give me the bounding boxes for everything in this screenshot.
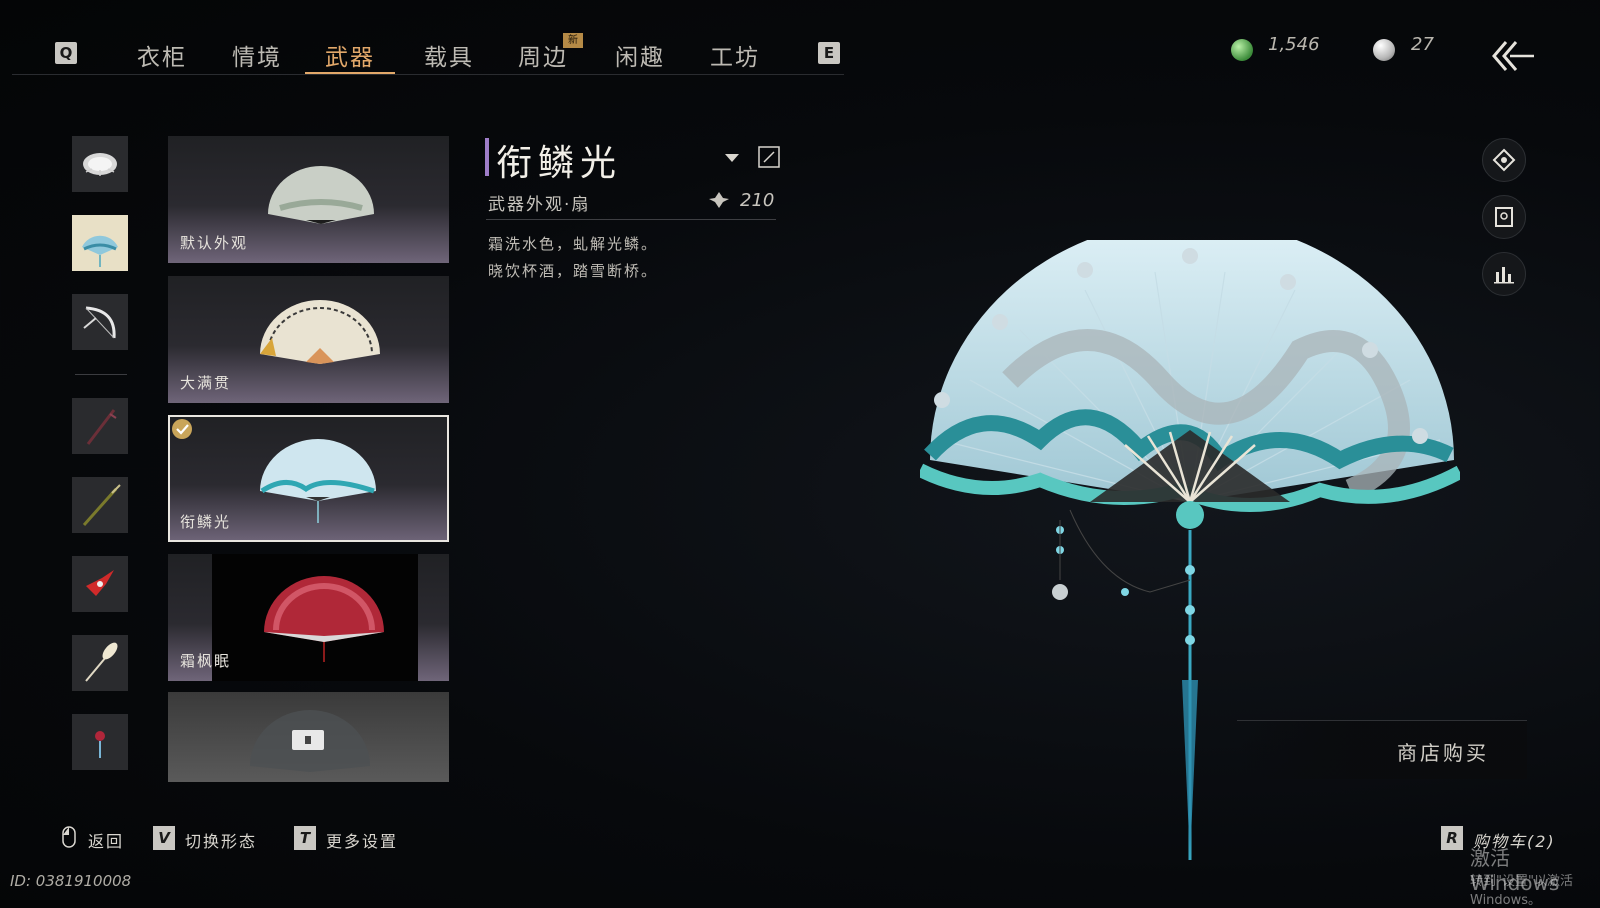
nav-divider [12,74,844,75]
new-badge: 新 [563,33,583,48]
tab-vehicles[interactable]: 载具 [424,38,474,72]
item-label: 大满贯 [180,374,232,392]
brush-icon [85,642,118,682]
xianlinguang-fan-thumbnail [260,439,376,523]
tassel-icon [95,731,105,758]
item-label: 衔鳞光 [180,513,232,531]
bar-chart-icon [1494,267,1514,284]
category-tassel[interactable] [72,714,128,770]
rotate-view-button[interactable] [1482,138,1526,182]
cart-key[interactable]: R [1441,826,1463,850]
fan-icon [82,235,118,267]
compass-icon [1492,148,1516,172]
red-blade-icon [86,570,114,596]
tab-workshop[interactable]: 工坊 [710,38,760,72]
category-brush[interactable] [72,635,128,691]
category-divider [75,374,127,375]
stats-button[interactable] [1482,252,1526,296]
frame-view-button[interactable] [1482,195,1526,239]
switch-form-action[interactable]: 切换形态 [185,828,257,852]
category-bow[interactable] [72,294,128,350]
detail-divider [486,219,776,220]
edit-icon[interactable] [758,146,780,168]
lock-icon [292,730,324,750]
item-card-shuangfengmian[interactable]: 霜枫眠 [168,554,449,681]
back-action[interactable]: 返回 [88,828,124,852]
shuangfengmian-fan-thumbnail [264,576,384,662]
category-umbrella[interactable] [72,136,128,192]
dropdown-triangle-icon[interactable] [724,153,740,163]
shop-purchase-button[interactable]: 商店购买 [1237,720,1527,779]
default-fan-thumbnail [268,166,374,224]
activation-watermark-hint: 转到"设置"以激活 Windows。 [1470,874,1573,908]
item-type: 武器外观·扇 [488,195,591,215]
description-line-2: 晓饮杯酒，踏雪断桥。 [488,262,659,280]
item-score: 210 [740,190,775,211]
switch-form-key[interactable]: V [153,826,175,850]
top-navigation: Q 衣柜 情境 武器 载具 周边 新 闲趣 工坊 E [0,0,845,76]
item-label: 默认外观 [180,234,249,252]
mouse-icon [62,826,76,848]
category-spear[interactable] [72,477,128,533]
category-red-blade[interactable] [72,556,128,612]
more-settings-key[interactable]: T [294,826,316,850]
owned-check-icon [172,419,192,439]
item-title: 衔鳞光 [496,143,623,184]
item-card-xianlinguang[interactable]: 衔鳞光 [168,415,449,542]
grand-slam-fan-thumbnail [260,300,380,364]
spear-icon [82,484,121,526]
pearl-balance: 27 [1411,34,1434,55]
tab-peripherals[interactable]: 周边 [518,38,568,72]
item-card-default[interactable]: 默认外观 [168,136,449,263]
exit-arrow-icon[interactable] [1490,38,1538,74]
description-line-1: 霜洗水色，虬解光鳞。 [488,235,659,253]
jade-coin-icon [1231,39,1253,61]
weapon-preview-model[interactable] [920,240,1460,880]
category-fan[interactable] [72,215,128,271]
tab-weapons[interactable]: 武器 [325,38,375,72]
bow-icon [83,306,116,339]
tab-wardrobe[interactable]: 衣柜 [137,38,187,72]
tab-leisure[interactable]: 闲趣 [615,38,665,72]
umbrella-icon [83,153,117,176]
more-settings-action[interactable]: 更多设置 [326,828,398,852]
lotus-score-icon [709,192,729,208]
jade-balance: 1,546 [1268,34,1320,55]
tab-scenario[interactable]: 情境 [232,38,282,72]
shop-purchase-label: 商店购买 [1397,741,1489,765]
prev-tab-key[interactable]: Q [55,42,77,64]
title-accent-bar [485,138,489,176]
pearl-icon [1373,39,1395,61]
category-staff[interactable] [72,398,128,454]
frame-icon [1495,207,1513,227]
item-card-grand-slam[interactable]: 大满贯 [168,276,449,403]
item-card-locked[interactable] [168,692,449,782]
next-tab-key[interactable]: E [818,42,840,64]
item-label: 霜枫眠 [180,652,232,670]
staff-icon [86,409,117,445]
account-id: ID: 0381910008 [10,872,132,890]
